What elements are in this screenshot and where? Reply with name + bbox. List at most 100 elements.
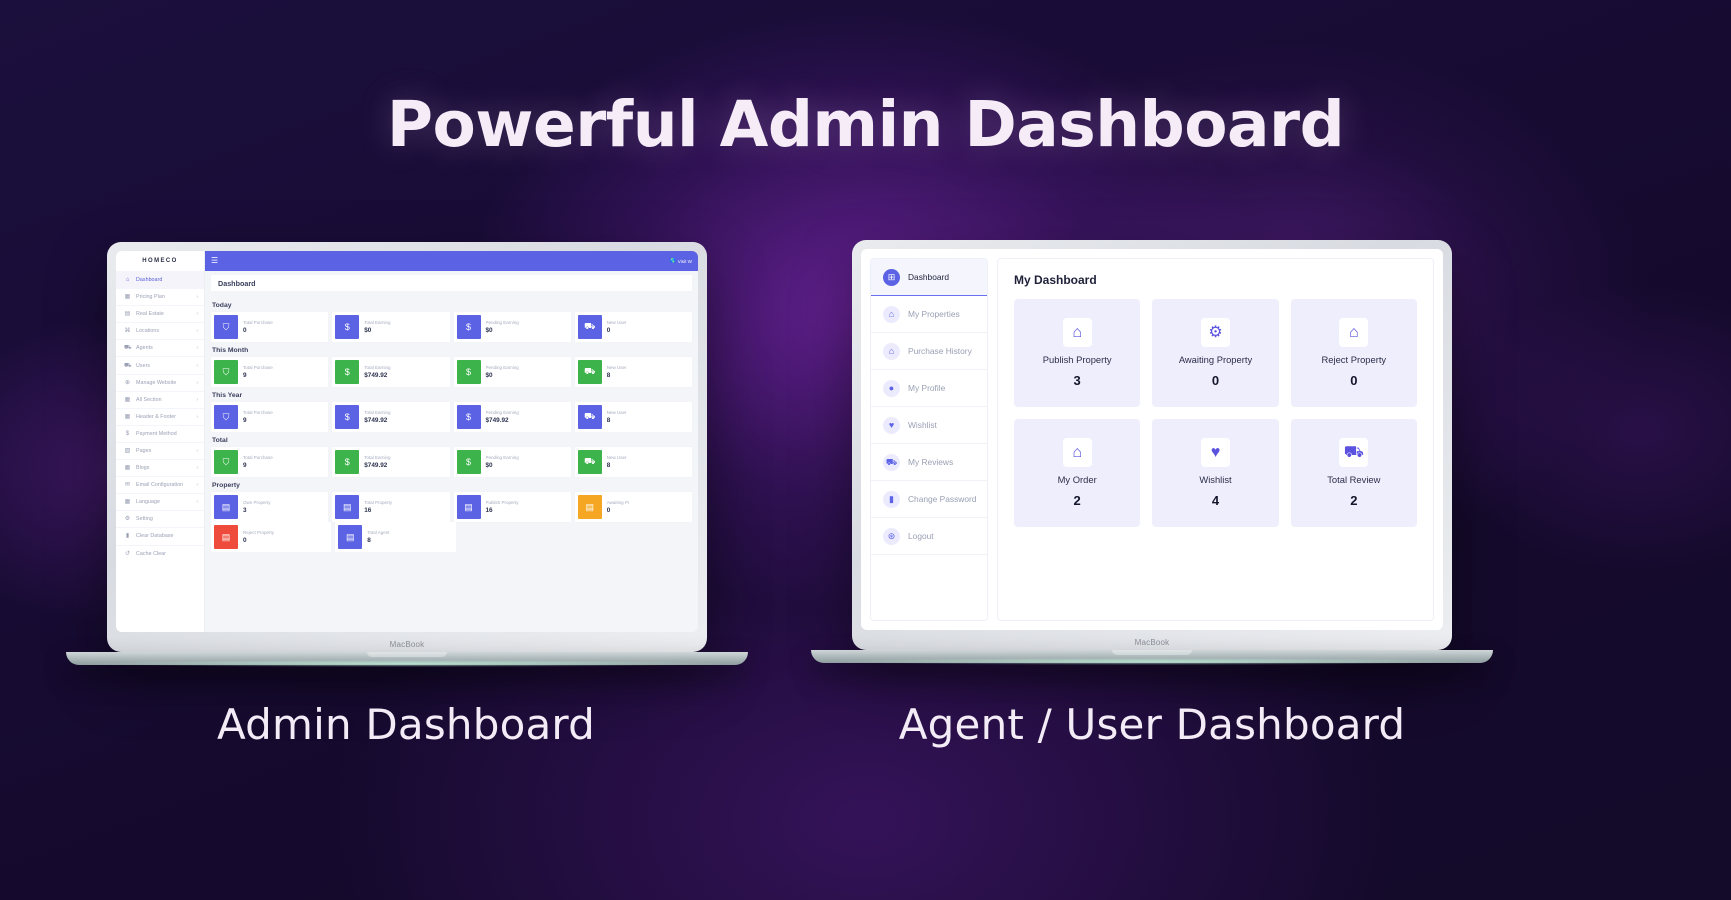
- chevron-right-icon: ›: [196, 328, 198, 335]
- stat-card[interactable]: ⛉ Total Purchase 9: [211, 357, 329, 387]
- user-icon: ●: [883, 379, 900, 397]
- refresh-icon: ↺: [124, 550, 131, 557]
- agent-sidebar-item-dashboard[interactable]: ⊞ Dashboard: [871, 259, 987, 296]
- hamburger-icon[interactable]: ☰: [211, 257, 218, 265]
- admin-stat-row: ▤ Reject Property 0 ▤ Total Agent 8: [211, 522, 692, 552]
- admin-sidebar-item-label: Setting: [136, 516, 153, 523]
- admin-sidebar-item-real-estate[interactable]: ▤ Real Estate ›: [116, 305, 204, 322]
- stat-card[interactable]: ⛉ Total Purchase 9: [211, 447, 329, 477]
- agent-stat-card[interactable]: ⌂ Reject Property 0: [1290, 299, 1417, 407]
- admin-sidebar-item-pages[interactable]: ▧ Pages ›: [116, 441, 204, 459]
- stat-text: Total Purchase 0: [243, 320, 273, 334]
- chevron-right-icon: ›: [196, 362, 198, 369]
- stat-card[interactable]: ▤ Publish Property 16: [453, 492, 571, 522]
- admin-dashboard-screen: HOMECO ⌂ Dashboard ▦ Pricing Plan › ▤ Real Est…: [116, 251, 698, 632]
- agent-sidebar-item-my-reviews[interactable]: ⛟ My Reviews: [871, 444, 987, 481]
- agent-sidebar-item-logout[interactable]: ⊛ Logout: [871, 518, 987, 555]
- stat-card[interactable]: ▤ Reject Property 0: [211, 522, 332, 552]
- admin-sidebar-item-users[interactable]: ⛟ Users ›: [116, 356, 204, 373]
- home-icon: ⌂: [1062, 318, 1092, 348]
- admin-sidebar-item-agents[interactable]: ⛟ Agents ›: [116, 339, 204, 356]
- stat-card[interactable]: ⛉ Total Purchase 9: [211, 402, 329, 432]
- admin-sidebar-item-pricing-plan[interactable]: ▦ Pricing Plan ›: [116, 288, 204, 305]
- agent-stat-card[interactable]: ⌂ My Order 2: [1014, 419, 1141, 527]
- dollar-icon: $: [456, 405, 481, 429]
- agent-stat-card[interactable]: ⌂ Publish Property 3: [1014, 299, 1141, 407]
- agent-stat-card[interactable]: ♥ Wishlist 4: [1152, 419, 1279, 527]
- agent-stat-value: 2: [1350, 492, 1358, 508]
- admin-sidebar-item-all-section[interactable]: ▦ All Section ›: [116, 390, 204, 408]
- agent-sidebar-item-my-properties[interactable]: ⌂ My Properties: [871, 296, 987, 333]
- admin-sidebar-item-cache-clear[interactable]: ↺ Cache Clear: [116, 544, 204, 562]
- chevron-right-icon: ›: [196, 311, 198, 318]
- stat-card[interactable]: ⛟ New User 0: [574, 312, 692, 342]
- agent-stat-card[interactable]: ⚙ Awaiting Property 0: [1152, 299, 1279, 407]
- stat-card[interactable]: ⛟ New User 8: [574, 357, 692, 387]
- stat-card[interactable]: $ Total Earning $749.92: [332, 447, 450, 477]
- agent-stat-value: 2: [1073, 492, 1081, 508]
- cart-icon: ⛉: [214, 450, 238, 474]
- agent-sidebar-item-purchase-history[interactable]: ⌂ Purchase History: [871, 333, 987, 370]
- stat-card[interactable]: $ Total Earning $749.92: [332, 357, 450, 387]
- stat-text: Total Property 16: [364, 500, 392, 514]
- home-icon: ⌂: [1339, 318, 1369, 348]
- stat-text: Total Earning $749.92: [364, 410, 390, 424]
- admin-sidebar-item-payment-method[interactable]: $ Payment Method: [116, 424, 204, 442]
- admin-sidebar-item-blogs[interactable]: ▦ Blogs ›: [116, 459, 204, 476]
- stat-text: Reject Property 0: [243, 530, 274, 544]
- stat-card[interactable]: $ Total Earning $749.92: [332, 402, 450, 432]
- review-users-icon: ⛟: [883, 453, 900, 471]
- hand-house-icon: ⌂: [1062, 438, 1092, 468]
- admin-sidebar-item-label: Clear Database: [136, 533, 174, 540]
- stat-card[interactable]: $ Pending Earning $0: [453, 447, 571, 477]
- agent-sidebar-item-change-password[interactable]: ▮ Change Password: [871, 481, 987, 518]
- admin-stats-container: Today ⛉ Total Purchase 0 $ Total Earning $0 $ Pe…: [205, 291, 698, 552]
- admin-sidebar-item-email-configuration[interactable]: ✉ Email Configuration ›: [116, 476, 204, 493]
- home-icon: ⌂: [883, 305, 900, 323]
- admin-sidebar-item-header-footer[interactable]: ▦ Header & Footer ›: [116, 407, 204, 425]
- visit-website-link[interactable]: 🌎 Visit W: [670, 258, 692, 264]
- agent-laptop-lid: ⊞ Dashboard ⌂ My Properties ⌂ Purchase Histor…: [852, 240, 1452, 650]
- stat-label: Pending Earning: [485, 455, 519, 461]
- stat-card[interactable]: ▤ Total Property 16: [332, 492, 450, 522]
- stat-card[interactable]: ▤ Own Property 3: [211, 492, 329, 522]
- agent-stat-card[interactable]: ⛟ Total Review 2: [1290, 419, 1417, 527]
- admin-sidebar-item-setting[interactable]: ⚙ Setting: [116, 510, 204, 527]
- stat-card[interactable]: $ Pending Earning $0: [453, 312, 571, 342]
- building-icon: ▤: [338, 525, 363, 549]
- admin-sidebar-item-dashboard[interactable]: ⌂ Dashboard: [116, 271, 204, 289]
- caption-agent: Agent / User Dashboard: [898, 700, 1406, 749]
- stat-label: Pending Earning: [485, 320, 519, 326]
- admin-sidebar-item-manage-website[interactable]: ⊕ Manage Website ›: [116, 373, 204, 391]
- building-icon: ▤: [124, 311, 131, 318]
- dashboard-grid-icon: ⊞: [883, 268, 900, 286]
- agent-sidebar-item-wishlist[interactable]: ♥ Wishlist: [871, 407, 987, 444]
- stat-card[interactable]: $ Pending Earning $749.92: [453, 402, 571, 432]
- admin-sidebar-item-locations[interactable]: ⌘ Locations ›: [116, 322, 204, 339]
- stat-card[interactable]: ⛉ Total Purchase 0: [211, 312, 329, 342]
- stat-card[interactable]: ▤ Awaiting Pr 0: [574, 492, 692, 522]
- stat-card[interactable]: $ Pending Earning $0: [453, 357, 571, 387]
- stat-card[interactable]: ⛟ New User 8: [574, 447, 692, 477]
- stat-value: 3: [243, 506, 247, 514]
- admin-sidebar-item-clear-database[interactable]: ▮ Clear Database: [116, 527, 204, 544]
- stat-label: New User: [606, 320, 627, 326]
- admin-sidebar-item-language[interactable]: ▦ Language ›: [116, 493, 204, 510]
- agent-stat-label: Reject Property: [1321, 354, 1387, 366]
- stat-card[interactable]: $ Total Earning $0: [332, 312, 450, 342]
- stat-value: 9: [243, 416, 247, 424]
- stat-label: Total Agent: [367, 530, 390, 536]
- dollar-icon: $: [456, 450, 481, 474]
- agent-panel: My Dashboard ⌂ Publish Property 3 ⚙ Awaiting…: [997, 258, 1434, 621]
- stat-label: Total Purchase: [243, 365, 273, 371]
- stat-label: Total Purchase: [243, 410, 273, 416]
- stat-card[interactable]: ▤ Total Agent 8: [335, 522, 456, 552]
- agent-stat-label: Publish Property: [1042, 354, 1112, 366]
- dollar-icon: $: [335, 405, 360, 429]
- admin-section-title: This Year: [212, 392, 243, 399]
- admin-stat-row: ⛉ Total Purchase 0 $ Total Earning $0 $ Pending…: [211, 312, 692, 342]
- admin-sidebar: HOMECO ⌂ Dashboard ▦ Pricing Plan › ▤ Real Est…: [116, 251, 205, 632]
- stat-card[interactable]: ⛟ New User 8: [574, 402, 692, 432]
- agent-sidebar-item-my-profile[interactable]: ● My Profile: [871, 370, 987, 407]
- users-icon: ⛟: [577, 405, 602, 429]
